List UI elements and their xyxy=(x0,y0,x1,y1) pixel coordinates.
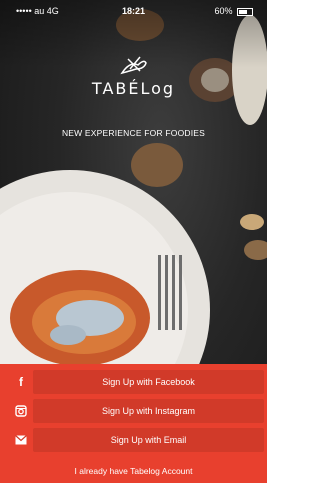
battery-indicator: 60% xyxy=(214,6,253,16)
status-bar: ••••• au 4G 18:21 60% xyxy=(0,0,267,20)
brand-name: TABÉLog xyxy=(91,79,176,98)
instagram-signup-button[interactable]: Sign Up with Instagram xyxy=(15,399,264,423)
battery-icon xyxy=(237,7,253,16)
signup-screen: ••••• au 4G 18:21 60% TABÉLog NEW EXPERI… xyxy=(0,0,267,483)
facebook-icon: f xyxy=(19,375,23,389)
facebook-signup-button[interactable]: f Sign Up with Facebook xyxy=(19,370,264,394)
battery-label: 60% xyxy=(214,6,233,16)
instagram-signup-label: Sign Up with Instagram xyxy=(101,406,196,416)
email-signup-button[interactable]: Sign Up with Email xyxy=(15,428,264,452)
existing-account-link[interactable]: I already have Tabelog Account xyxy=(0,466,267,476)
chef-logo-icon xyxy=(119,56,147,75)
instagram-icon xyxy=(13,403,29,419)
facebook-signup-label: Sign Up with Facebook xyxy=(102,377,195,387)
tagline: NEW EXPERIENCE FOR FOODIES xyxy=(61,128,206,138)
email-icon xyxy=(13,432,29,448)
email-signup-label: Sign Up with Email xyxy=(110,435,187,445)
brand-logo: TABÉLog xyxy=(0,55,267,98)
